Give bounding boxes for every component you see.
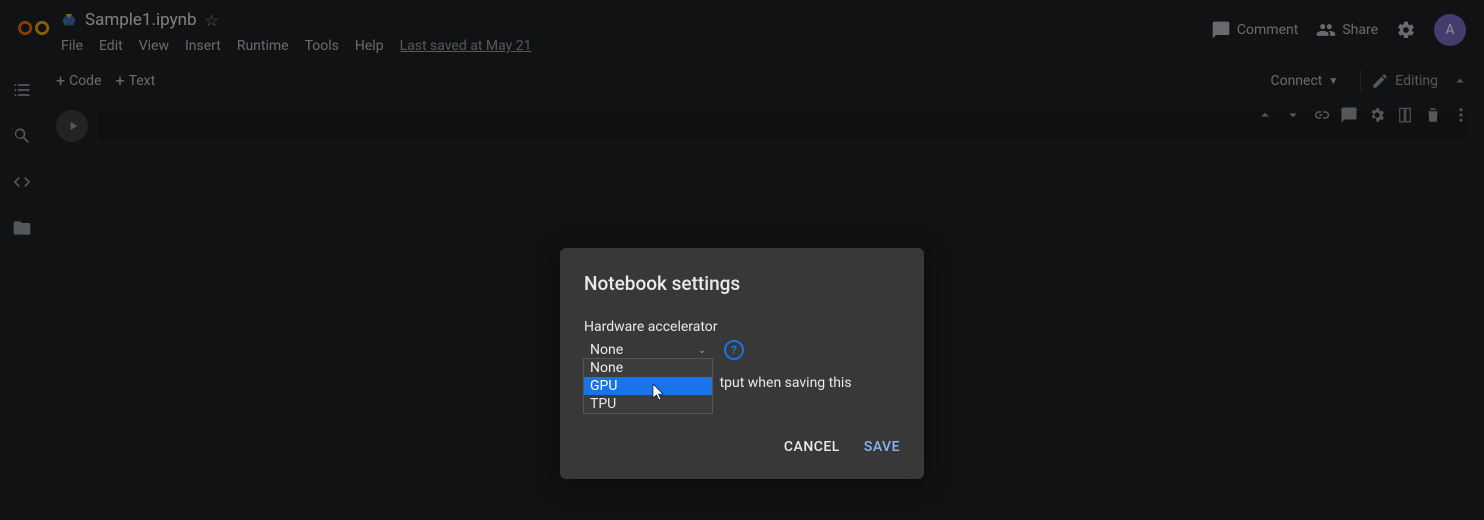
move-up-icon[interactable]	[1256, 106, 1274, 128]
search-icon[interactable]	[12, 126, 32, 150]
menu-help[interactable]: Help	[355, 38, 384, 54]
settings-button[interactable]	[1396, 20, 1416, 40]
help-icon[interactable]: ?	[724, 340, 744, 360]
menu-edit[interactable]: Edit	[99, 38, 123, 54]
last-saved[interactable]: Last saved at May 21	[400, 38, 532, 54]
cell-area	[56, 110, 1470, 142]
option-none[interactable]: None	[584, 359, 712, 377]
divider	[1360, 70, 1361, 92]
dialog-title: Notebook settings	[584, 272, 900, 295]
chevron-down-icon: ⌄	[698, 345, 706, 356]
delete-cell-icon[interactable]	[1424, 106, 1442, 128]
notebook-title[interactable]: Sample1.ipynb	[85, 10, 197, 30]
editing-mode-button[interactable]: Editing	[1371, 72, 1438, 90]
files-icon[interactable]	[12, 218, 32, 242]
connect-button[interactable]: Connect▼	[1270, 73, 1338, 89]
notebook-toolbar: +Code +Text Connect▼ Editing	[44, 64, 1484, 98]
toc-icon[interactable]	[12, 80, 32, 104]
title-area: Sample1.ipynb ☆ File Edit View Insert Ru…	[61, 8, 1211, 54]
app-header: Sample1.ipynb ☆ File Edit View Insert Ru…	[0, 0, 1484, 60]
add-text-button[interactable]: +Text	[116, 73, 156, 89]
menu-tools[interactable]: Tools	[305, 38, 339, 54]
option-tpu[interactable]: TPU	[584, 395, 712, 413]
mirror-cell-icon[interactable]	[1396, 106, 1414, 128]
avatar[interactable]: A	[1434, 14, 1466, 46]
option-gpu[interactable]: GPU	[584, 377, 712, 395]
menu-file[interactable]: File	[61, 38, 83, 54]
cell-settings-icon[interactable]	[1368, 106, 1386, 128]
header-actions: Comment Share A	[1211, 14, 1466, 46]
menu-bar: File Edit View Insert Runtime Tools Help…	[61, 38, 1211, 54]
drive-icon	[61, 12, 77, 28]
move-down-icon[interactable]	[1284, 106, 1302, 128]
link-icon[interactable]	[1312, 106, 1330, 128]
colab-logo	[17, 10, 53, 46]
collapse-icon[interactable]	[1448, 69, 1472, 93]
save-button[interactable]: SAVE	[864, 439, 900, 455]
comment-button[interactable]: Comment	[1211, 20, 1298, 40]
run-cell-button[interactable]	[56, 110, 88, 142]
left-rail	[0, 60, 44, 520]
cancel-button[interactable]: CANCEL	[784, 439, 840, 455]
menu-runtime[interactable]: Runtime	[237, 38, 289, 54]
cell-toolbar	[1256, 106, 1470, 128]
more-icon[interactable]	[1452, 106, 1470, 128]
add-code-button[interactable]: +Code	[56, 73, 102, 89]
share-button[interactable]: Share	[1316, 20, 1378, 40]
comment-label: Comment	[1237, 22, 1298, 38]
snippets-icon[interactable]	[12, 172, 32, 196]
menu-view[interactable]: View	[139, 38, 169, 54]
hardware-accelerator-label: Hardware accelerator	[584, 319, 900, 335]
menu-insert[interactable]: Insert	[185, 38, 221, 54]
accelerator-dropdown: None GPU TPU	[583, 358, 713, 414]
share-label: Share	[1342, 22, 1378, 38]
star-icon[interactable]: ☆	[205, 11, 219, 30]
comment-cell-icon[interactable]	[1340, 106, 1358, 128]
